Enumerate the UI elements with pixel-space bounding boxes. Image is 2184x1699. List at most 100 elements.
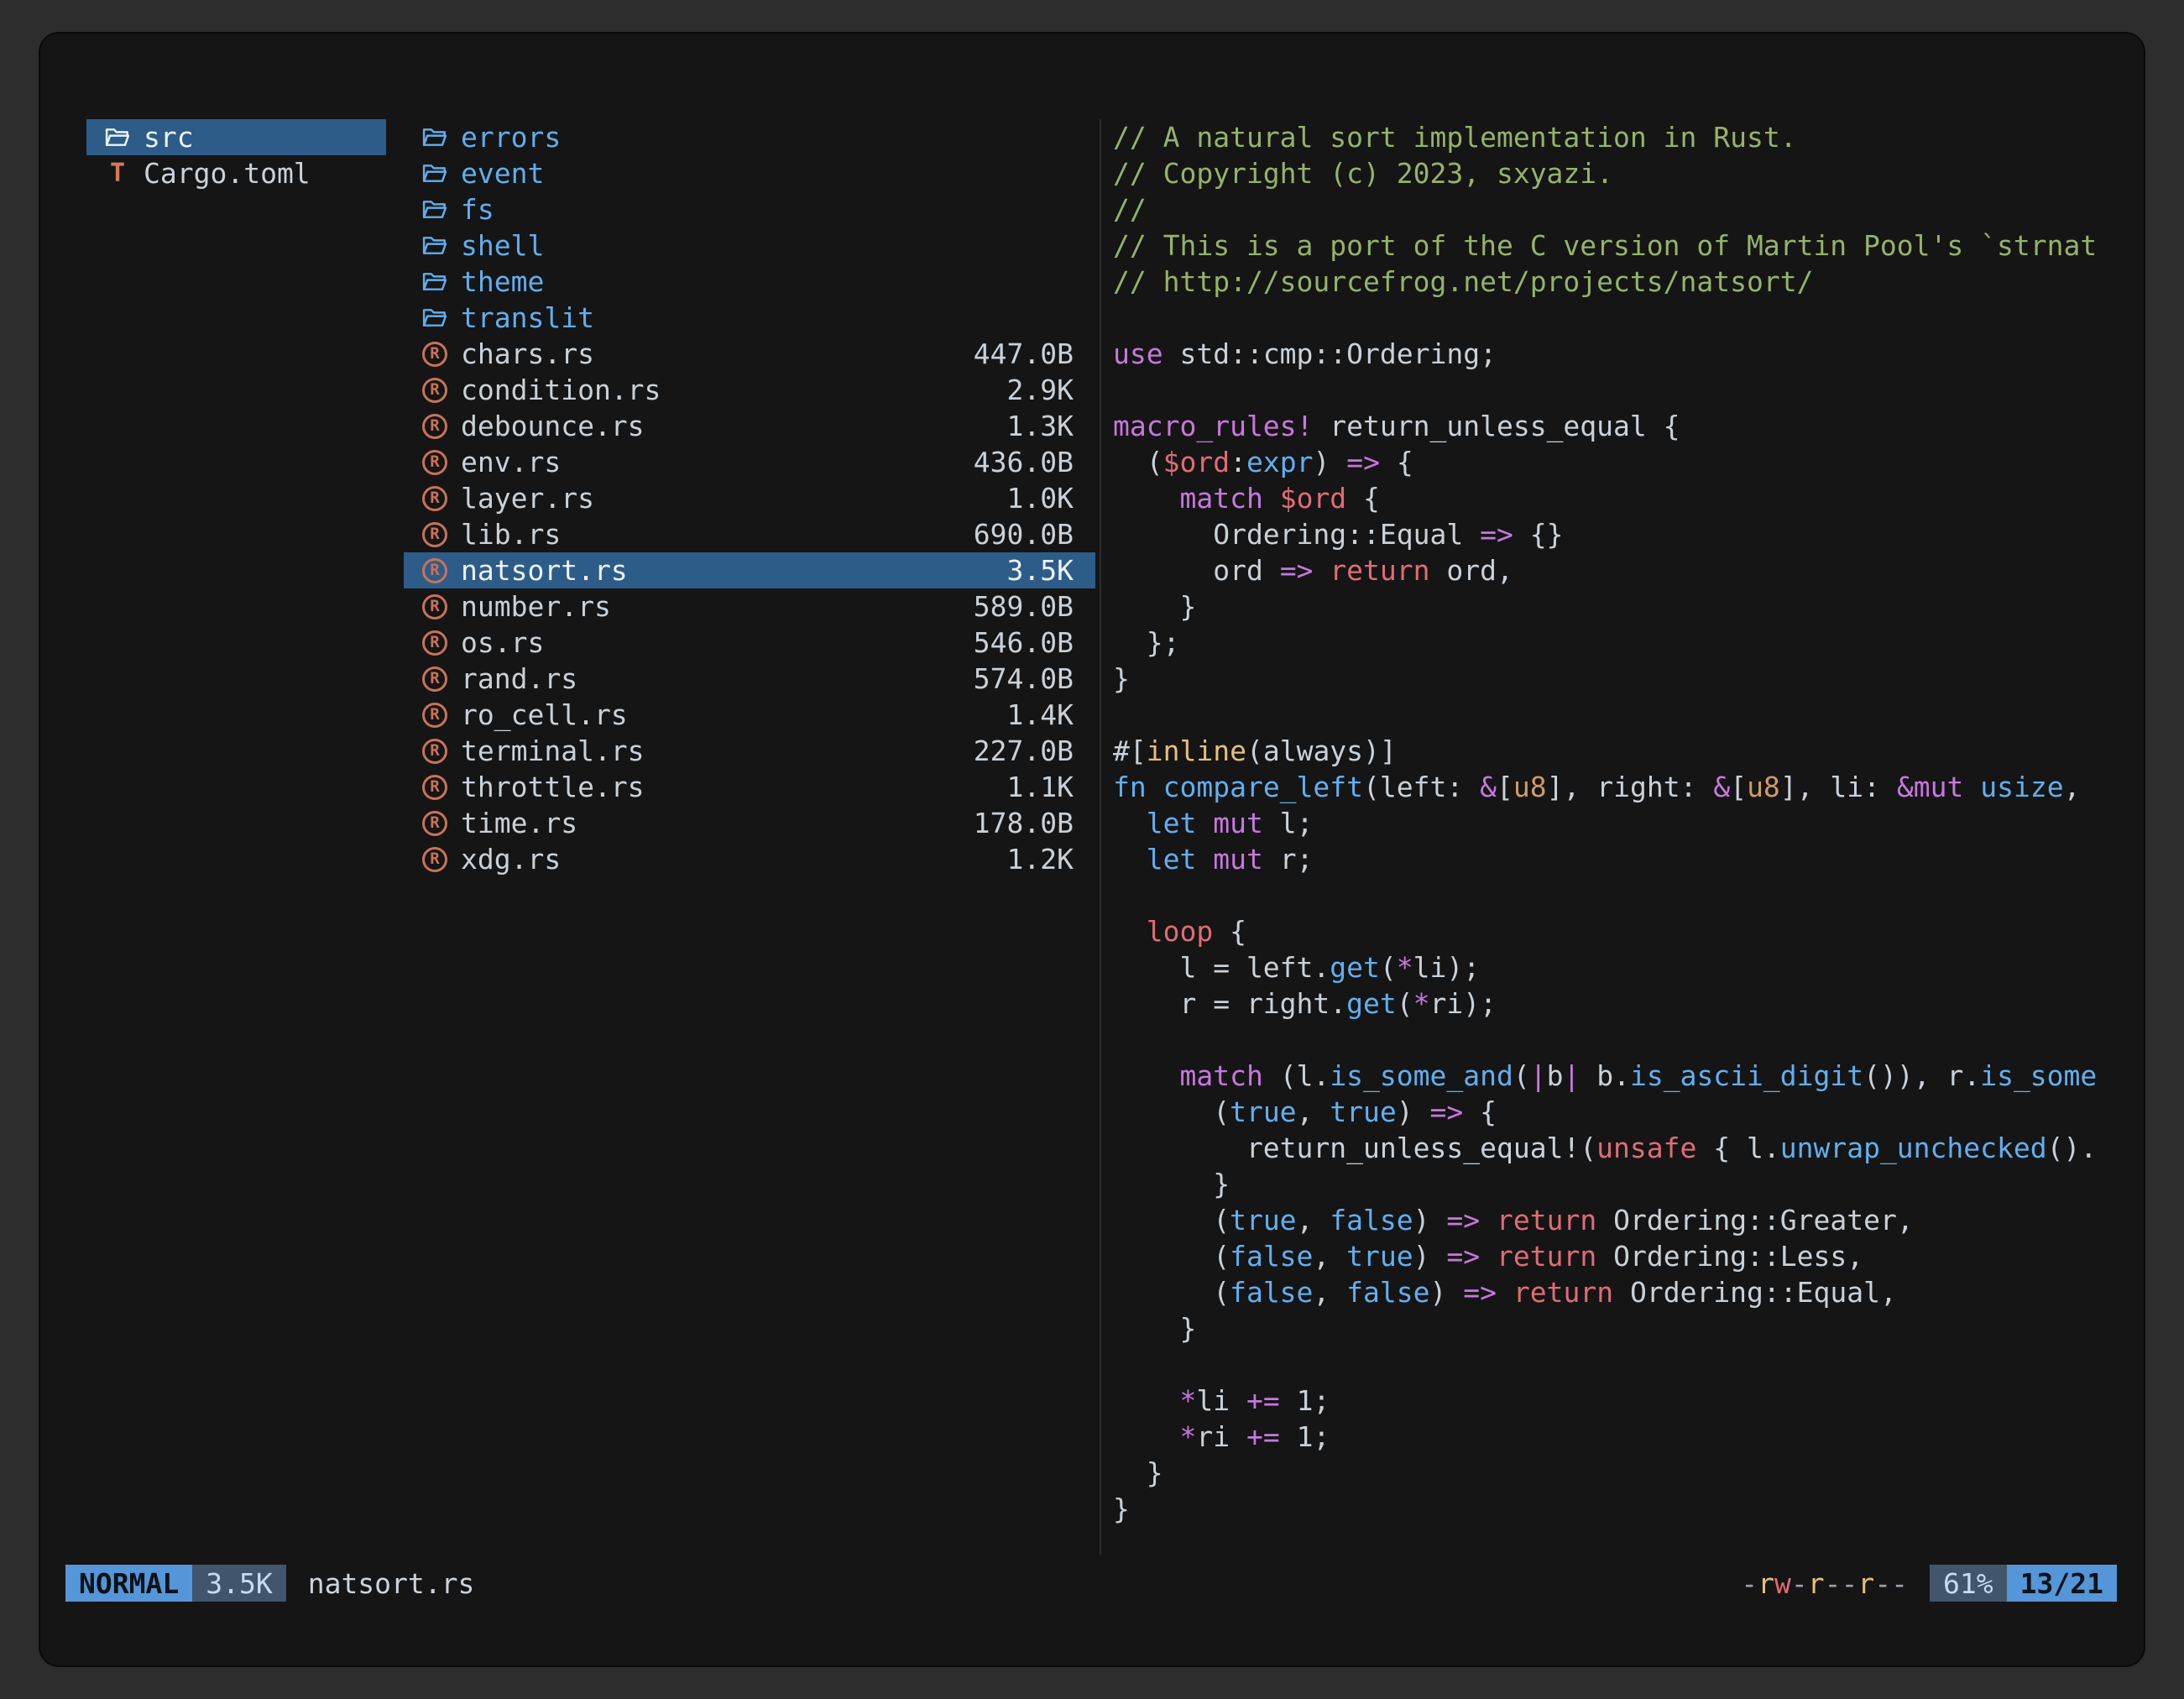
item-label: theme <box>461 265 1057 298</box>
code-line: (true, false) => return Ordering::Greate… <box>1113 1202 2127 1238</box>
preview-pane[interactable]: // A natural sort implementation in Rust… <box>1100 119 2144 1555</box>
item-size: 447.0B <box>974 337 1074 370</box>
file-manager-window: src T Cargo.toml errorseventfsshellthemetr… <box>40 34 2144 1665</box>
current-item-shell[interactable]: shell <box>404 227 1095 264</box>
code-line <box>1113 877 2127 913</box>
file-size-label: 3.5K <box>206 1567 272 1600</box>
rust-icon: R <box>421 739 449 764</box>
current-item-env.rs[interactable]: Renv.rs436.0B <box>404 444 1095 480</box>
current-pane[interactable]: errorseventfsshellthemetranslitRchars.rs… <box>404 119 1095 1555</box>
code-line: *li += 1; <box>1113 1383 2127 1419</box>
rust-icon: R <box>421 775 449 800</box>
item-size: 1.3K <box>1007 410 1074 442</box>
current-file-name: natsort.rs <box>308 1567 475 1600</box>
current-item-debounce.rs[interactable]: Rdebounce.rs 1.3K <box>404 408 1095 444</box>
code-line: } <box>1113 588 2127 625</box>
item-label: time.rs <box>461 807 957 839</box>
current-item-errors[interactable]: errors <box>404 119 1095 155</box>
folder-icon <box>421 234 449 257</box>
item-size: 690.0B <box>974 518 1074 551</box>
code-line: } <box>1113 661 2127 697</box>
file-size-badge: 3.5K <box>192 1565 285 1602</box>
current-item-os.rs[interactable]: Ros.rs546.0B <box>404 625 1095 661</box>
current-item-fs[interactable]: fs <box>404 191 1095 227</box>
item-label: Cargo.toml <box>144 157 364 190</box>
rust-icon: R <box>421 342 449 367</box>
rust-icon: R <box>421 486 449 511</box>
toml-icon: T <box>103 159 132 188</box>
code-line: Ordering::Equal => {} <box>1113 516 2127 552</box>
item-label: chars.rs <box>461 337 957 370</box>
permissions: -rw-r--r-- <box>1741 1567 1908 1600</box>
code-line: // http://sourcefrog.net/projects/natsor… <box>1113 264 2127 300</box>
item-label: ro_cell.rs <box>461 698 990 731</box>
current-item-throttle.rs[interactable]: Rthrottle.rs 1.1K <box>404 769 1095 805</box>
item-label: shell <box>461 229 1057 262</box>
item-size: 3.5K <box>1007 554 1074 587</box>
folder-icon <box>421 162 449 185</box>
rust-icon: R <box>421 378 449 403</box>
rust-icon: R <box>421 847 449 872</box>
code-line: l = left.get(*li); <box>1113 949 2127 985</box>
current-item-chars.rs[interactable]: Rchars.rs 447.0B <box>404 336 1095 372</box>
parent-pane[interactable]: src T Cargo.toml <box>86 119 386 1555</box>
rust-icon: R <box>421 414 449 439</box>
code-line: // <box>1113 191 2127 227</box>
current-item-number.rs[interactable]: Rnumber.rs589.0B <box>404 588 1095 625</box>
current-item-ro_cell.rs[interactable]: Rro_cell.rs 1.4K <box>404 697 1095 733</box>
current-item-time.rs[interactable]: Rtime.rs178.0B <box>404 805 1095 841</box>
current-item-xdg.rs[interactable]: Rxdg.rs1.2K <box>404 841 1095 877</box>
item-label: errors <box>461 121 1057 154</box>
folder-icon <box>103 126 132 149</box>
code-line: #[inline(always)] <box>1113 733 2127 769</box>
folder-icon <box>421 198 449 221</box>
code-line: let mut l; <box>1113 805 2127 841</box>
folder-icon <box>421 306 449 329</box>
code-line: // This is a port of the C version of Ma… <box>1113 227 2127 264</box>
current-item-natsort.rs[interactable]: Rnatsort.rs3.5K <box>404 552 1095 588</box>
item-label: src <box>144 121 364 154</box>
rust-icon: R <box>421 450 449 475</box>
status-bar: NORMAL 3.5K natsort.rs -rw-r--r-- 61% 13… <box>40 1565 2144 1602</box>
item-size: 1.4K <box>1007 698 1074 731</box>
item-size: 1.2K <box>1007 843 1074 876</box>
rust-icon: R <box>421 594 449 619</box>
code-line: } <box>1113 1310 2127 1346</box>
parent-item-src[interactable]: src <box>86 119 386 155</box>
current-item-condition.rs[interactable]: Rcondition.rs2.9K <box>404 372 1095 408</box>
progress-label: 61% <box>1943 1567 1993 1600</box>
position-badge: 13/21 <box>2007 1565 2117 1602</box>
code-line: ord => return ord, <box>1113 552 2127 588</box>
item-label: natsort.rs <box>461 554 990 587</box>
current-item-layer.rs[interactable]: Rlayer.rs1.0K <box>404 480 1095 516</box>
current-item-lib.rs[interactable]: Rlib.rs690.0B <box>404 516 1095 552</box>
code-line: fn compare_left(left: &[u8], right: &[u8… <box>1113 769 2127 805</box>
current-item-terminal.rs[interactable]: Rterminal.rs227.0B <box>404 733 1095 769</box>
current-item-theme[interactable]: theme <box>404 264 1095 300</box>
code-line <box>1113 1346 2127 1383</box>
rust-icon: R <box>421 703 449 728</box>
item-size: 1.0K <box>1007 482 1074 515</box>
item-size: 1.1K <box>1007 771 1074 803</box>
parent-item-Cargo.toml[interactable]: T Cargo.toml <box>86 155 386 191</box>
code-line: let mut r; <box>1113 841 2127 877</box>
item-label: rand.rs <box>461 662 957 695</box>
item-size: 589.0B <box>974 590 1074 623</box>
code-line: // A natural sort implementation in Rust… <box>1113 119 2127 155</box>
current-item-translit[interactable]: translit <box>404 300 1095 336</box>
code-line: ($ord:expr) => { <box>1113 444 2127 480</box>
code-line: match (l.is_some_and(|b| b.is_ascii_digi… <box>1113 1058 2127 1094</box>
item-label: event <box>461 157 1057 190</box>
panes-container: src T Cargo.toml errorseventfsshellthemetr… <box>40 119 2144 1555</box>
item-size: 227.0B <box>974 734 1074 767</box>
item-label: debounce.rs <box>461 410 990 442</box>
current-item-event[interactable]: event <box>404 155 1095 191</box>
code-line: (false, false) => return Ordering::Equal… <box>1113 1274 2127 1310</box>
item-label: lib.rs <box>461 518 957 551</box>
code-line: match $ord { <box>1113 480 2127 516</box>
rust-icon: R <box>421 667 449 692</box>
code-line: loop { <box>1113 913 2127 949</box>
current-item-rand.rs[interactable]: Rrand.rs574.0B <box>404 661 1095 697</box>
position-label: 13/21 <box>2020 1567 2103 1600</box>
item-label: throttle.rs <box>461 771 990 803</box>
